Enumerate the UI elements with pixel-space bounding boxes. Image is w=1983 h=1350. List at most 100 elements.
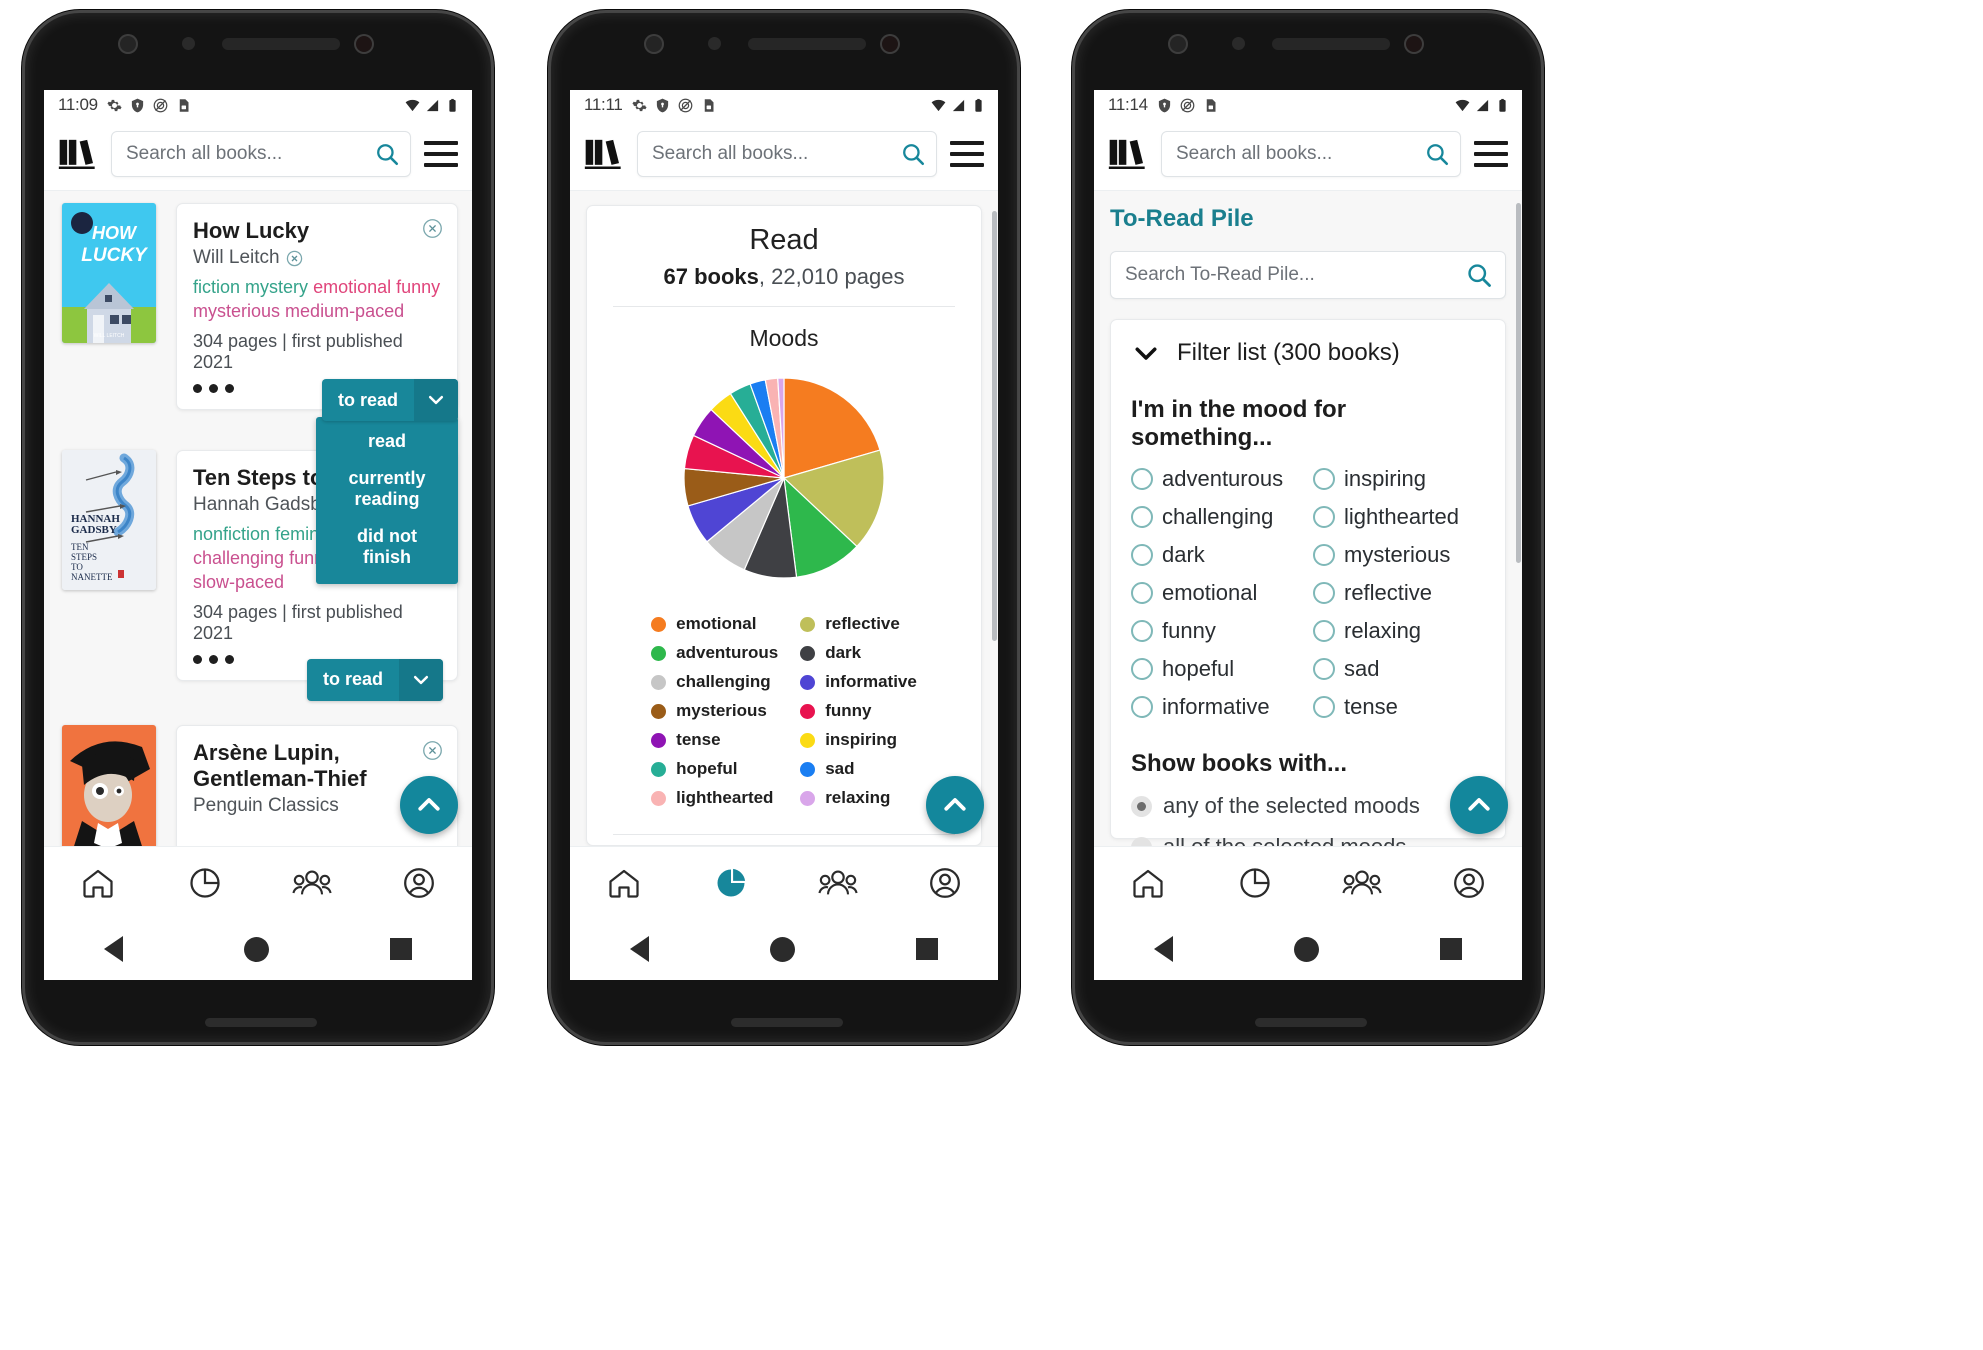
book-author-label[interactable]: Hannah Gadsby: [193, 494, 330, 516]
legend-item[interactable]: reflective: [800, 614, 917, 634]
checkbox-icon[interactable]: [1131, 620, 1153, 642]
search-icon[interactable]: [900, 141, 926, 167]
legend-item[interactable]: funny: [800, 701, 917, 721]
checkbox-icon[interactable]: [1131, 658, 1153, 680]
checkbox-icon[interactable]: [1313, 582, 1335, 604]
hamburger-menu-icon[interactable]: [424, 141, 458, 167]
nav-stats[interactable]: [179, 860, 231, 906]
genre-tag[interactable]: nonfiction: [193, 524, 270, 544]
mood-checkbox-lighthearted[interactable]: lighthearted: [1313, 504, 1485, 530]
book-cover-arsene-lupin[interactable]: [62, 724, 156, 846]
mood-tag[interactable]: funny: [396, 277, 440, 297]
remove-book-icon[interactable]: [422, 740, 443, 761]
nav-stats[interactable]: [1229, 860, 1281, 906]
triangle-back-icon[interactable]: [630, 936, 650, 962]
hamburger-menu-icon[interactable]: [950, 141, 984, 167]
nav-home[interactable]: [1122, 860, 1174, 906]
moods-pie-chart[interactable]: [599, 366, 969, 590]
mood-checkbox-adventurous[interactable]: adventurous: [1131, 466, 1303, 492]
nav-community[interactable]: [812, 860, 864, 906]
radio-selected-icon[interactable]: [1131, 795, 1152, 817]
checkbox-icon[interactable]: [1313, 544, 1335, 566]
book-title[interactable]: Arsène Lupin, Gentleman-Thief: [193, 740, 441, 793]
nav-community[interactable]: [1336, 860, 1388, 906]
books-logo-icon[interactable]: [584, 138, 624, 170]
book-cover-ten-steps[interactable]: HANNAH GADSBY TEN STEPS TO NANETTE: [62, 449, 156, 590]
pace-tag[interactable]: medium-paced: [285, 301, 404, 321]
book-title[interactable]: How Lucky: [193, 218, 441, 244]
status-dropdown-button[interactable]: to read: [321, 379, 458, 421]
checkbox-icon[interactable]: [1131, 582, 1153, 604]
legend-item[interactable]: mysterious: [651, 701, 778, 721]
chevron-down-icon[interactable]: [414, 379, 458, 421]
mood-tag[interactable]: mysterious: [193, 301, 280, 321]
books-logo-icon[interactable]: [58, 138, 98, 170]
nav-stats[interactable]: [705, 860, 757, 906]
legend-item[interactable]: adventurous: [651, 643, 778, 663]
triangle-back-icon[interactable]: [104, 936, 124, 962]
search-input[interactable]: Search all books...: [1161, 131, 1461, 177]
radio-all-moods[interactable]: all of the selected moods: [1131, 834, 1485, 846]
checkbox-icon[interactable]: [1131, 696, 1153, 718]
mood-checkbox-informative[interactable]: informative: [1131, 694, 1303, 720]
checkbox-icon[interactable]: [1313, 696, 1335, 718]
phone2-content[interactable]: Read 67 books, 22,010 pages Moods emotio…: [570, 191, 998, 846]
filter-toggle[interactable]: Filter list (300 books): [1131, 338, 1485, 368]
book-author-label[interactable]: Will Leitch: [193, 247, 280, 269]
legend-item[interactable]: inspiring: [800, 730, 917, 750]
nav-community[interactable]: [286, 860, 338, 906]
circle-home-icon[interactable]: [1293, 936, 1319, 962]
book-cover-how-lucky[interactable]: HOW LUCKY WILL LEITCH: [62, 203, 156, 343]
triangle-back-icon[interactable]: [1154, 936, 1174, 962]
square-recents-icon[interactable]: [389, 938, 412, 960]
menu-item-read[interactable]: read: [316, 423, 458, 460]
circle-home-icon[interactable]: [243, 936, 269, 962]
scroll-to-top-button[interactable]: [926, 776, 984, 834]
legend-item[interactable]: emotional: [651, 614, 778, 634]
mood-checkbox-dark[interactable]: dark: [1131, 542, 1303, 568]
search-icon[interactable]: [374, 141, 400, 167]
genre-tag[interactable]: fiction: [193, 277, 240, 297]
mood-checkbox-sad[interactable]: sad: [1313, 656, 1485, 682]
checkbox-icon[interactable]: [1313, 506, 1335, 528]
nav-profile[interactable]: [1443, 860, 1495, 906]
square-recents-icon[interactable]: [1439, 938, 1462, 960]
mood-checkbox-reflective[interactable]: reflective: [1313, 580, 1485, 606]
remove-author-icon[interactable]: [286, 250, 303, 267]
mood-checkbox-relaxing[interactable]: relaxing: [1313, 618, 1485, 644]
legend-item[interactable]: informative: [800, 672, 917, 692]
menu-item-currently-reading[interactable]: currently reading: [316, 460, 458, 518]
nav-home[interactable]: [72, 860, 124, 906]
mood-checkbox-hopeful[interactable]: hopeful: [1131, 656, 1303, 682]
mood-checkbox-mysterious[interactable]: mysterious: [1313, 542, 1485, 568]
nav-profile[interactable]: [393, 860, 445, 906]
legend-item[interactable]: dark: [800, 643, 917, 663]
checkbox-icon[interactable]: [1313, 620, 1335, 642]
chevron-down-icon[interactable]: [1131, 338, 1161, 368]
chevron-down-icon[interactable]: [399, 658, 443, 701]
mood-tag[interactable]: emotional: [313, 277, 391, 297]
legend-item[interactable]: tense: [651, 730, 778, 750]
search-icon[interactable]: [1424, 141, 1450, 167]
remove-book-icon[interactable]: [422, 218, 443, 239]
status-dropdown-menu[interactable]: read currently reading did not finish: [316, 417, 458, 584]
books-logo-icon[interactable]: [1108, 138, 1148, 170]
radio-any-moods[interactable]: any of the selected moods: [1131, 793, 1485, 819]
legend-item[interactable]: challenging: [651, 672, 778, 692]
genre-tag[interactable]: mystery: [245, 277, 308, 297]
search-icon[interactable]: [1465, 261, 1493, 289]
mood-checkbox-challenging[interactable]: challenging: [1131, 504, 1303, 530]
square-recents-icon[interactable]: [915, 938, 938, 960]
scroll-to-top-button[interactable]: [1450, 776, 1508, 834]
checkbox-icon[interactable]: [1131, 468, 1153, 490]
legend-item[interactable]: hopeful: [651, 759, 778, 779]
vertical-scrollbar[interactable]: [1516, 203, 1521, 563]
legend-item[interactable]: sad: [800, 759, 917, 779]
checkbox-icon[interactable]: [1313, 658, 1335, 680]
scroll-to-top-button[interactable]: [400, 776, 458, 834]
search-input[interactable]: Search all books...: [637, 131, 937, 177]
radio-unselected-icon[interactable]: [1131, 836, 1152, 846]
search-input[interactable]: Search all books...: [111, 131, 411, 177]
phone1-content[interactable]: HOW LUCKY WILL LEITCH How Lucky Will Lei…: [44, 191, 472, 846]
checkbox-icon[interactable]: [1313, 468, 1335, 490]
